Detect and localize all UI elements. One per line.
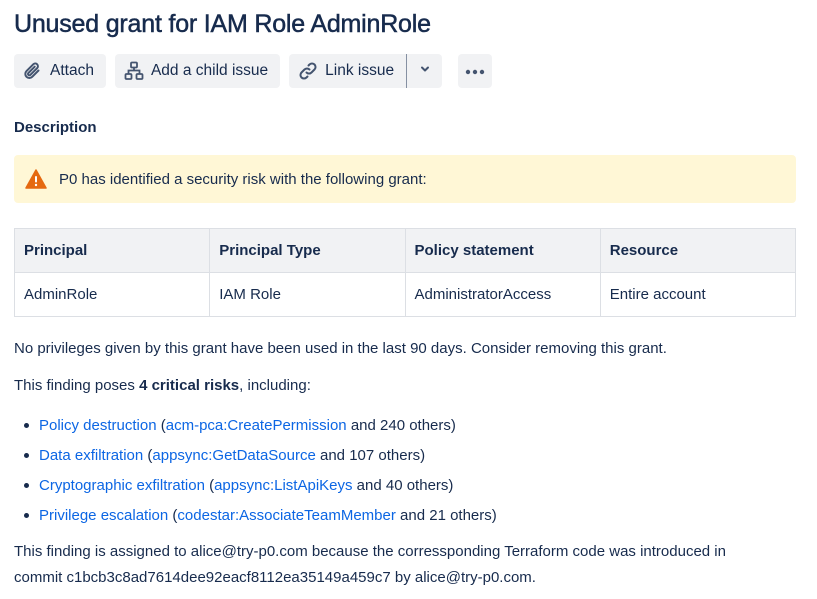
finding-suffix: , including: xyxy=(239,377,311,394)
permission-link[interactable]: acm-pca:CreatePermission xyxy=(166,417,347,434)
critical-risk-count: 4 critical risks xyxy=(139,377,240,394)
warning-panel-text: P0 has identified a security risk with t… xyxy=(59,170,427,188)
attach-label: Attach xyxy=(50,62,94,79)
more-actions-button[interactable] xyxy=(458,54,493,88)
permission-link[interactable]: appsync:ListApiKeys xyxy=(214,477,352,494)
issue-title[interactable]: Unused grant for IAM Role AdminRole xyxy=(14,8,796,40)
description-label: Description xyxy=(14,119,97,136)
link-icon xyxy=(297,60,319,82)
bullet-icon xyxy=(24,513,29,518)
add-child-issue-label: Add a child issue xyxy=(150,62,269,79)
attach-button[interactable]: Attach xyxy=(14,54,106,88)
link-issue-dropdown[interactable] xyxy=(406,54,443,88)
issue-toolbar: Attach Add a child issue Link issue xyxy=(14,54,796,88)
cell-principal: AdminRole xyxy=(13,272,211,317)
column-header-policy-statement: Policy statement xyxy=(404,228,601,273)
list-item: Privilege escalation (codestar:Associate… xyxy=(14,501,796,531)
link-issue-split-button: Link issue xyxy=(289,54,443,88)
risk-others: and 107 others) xyxy=(320,447,426,464)
finding-prefix: This finding poses xyxy=(14,377,140,394)
risk-link[interactable]: Cryptographic exfiltration xyxy=(39,477,205,494)
link-issue-button[interactable]: Link issue xyxy=(289,54,407,88)
bullet-icon xyxy=(24,453,29,458)
risk-others: and 240 others) xyxy=(350,417,456,434)
warning-icon xyxy=(25,168,47,190)
description-body[interactable]: P0 has identified a security risk with t… xyxy=(13,155,797,591)
assignment-line-2: commit c1bcb3c8ad7614dee92eacf8112ea3514… xyxy=(14,569,536,586)
risk-others: and 40 others) xyxy=(356,477,454,494)
risk-link[interactable]: Data exfiltration xyxy=(39,447,143,464)
cell-principal-type: IAM Role xyxy=(209,272,406,317)
add-child-issue-button[interactable]: Add a child issue xyxy=(114,54,281,88)
permission-link[interactable]: appsync:GetDataSource xyxy=(152,447,315,464)
cell-policy-statement: AdministratorAccess xyxy=(404,272,601,317)
finding-summary-paragraph: This finding poses 4 critical risks, inc… xyxy=(14,373,796,399)
paperclip-icon xyxy=(22,60,44,82)
hierarchy-icon xyxy=(123,60,145,82)
assignment-paragraph: This finding is assigned to alice@try-p0… xyxy=(14,539,796,591)
risk-others: and 21 others) xyxy=(400,507,497,524)
column-header-principal: Principal xyxy=(13,228,211,273)
column-header-resource: Resource xyxy=(599,228,797,273)
warning-panel: P0 has identified a security risk with t… xyxy=(14,155,796,203)
risk-link[interactable]: Policy destruction xyxy=(39,417,157,434)
list-item: Policy destruction (acm-pca:CreatePermis… xyxy=(14,411,796,441)
bullet-icon xyxy=(24,483,29,488)
grant-table-header-row: Principal Principal Type Policy statemen… xyxy=(13,228,797,273)
table-row: AdminRole IAM Role AdministratorAccess E… xyxy=(13,272,797,317)
grant-table: Principal Principal Type Policy statemen… xyxy=(13,228,797,317)
permission-link[interactable]: codestar:AssociateTeamMember xyxy=(177,507,395,524)
issue-view: Unused grant for IAM Role AdminRole Atta… xyxy=(13,0,797,591)
list-item: Cryptographic exfiltration (appsync:List… xyxy=(14,471,796,501)
list-item: Data exfiltration (appsync:GetDataSource… xyxy=(14,441,796,471)
unused-grant-paragraph: No privileges given by this grant have b… xyxy=(14,340,667,357)
risk-link[interactable]: Privilege escalation xyxy=(39,507,168,524)
chevron-down-icon xyxy=(419,62,431,80)
link-issue-label: Link issue xyxy=(325,62,395,79)
more-icon xyxy=(465,62,485,80)
risk-list: Policy destruction (acm-pca:CreatePermis… xyxy=(14,411,796,531)
bullet-icon xyxy=(24,423,29,428)
column-header-principal-type: Principal Type xyxy=(209,228,406,273)
cell-resource: Entire account xyxy=(599,272,797,317)
assignment-line-1: This finding is assigned to alice@try-p0… xyxy=(14,543,726,560)
